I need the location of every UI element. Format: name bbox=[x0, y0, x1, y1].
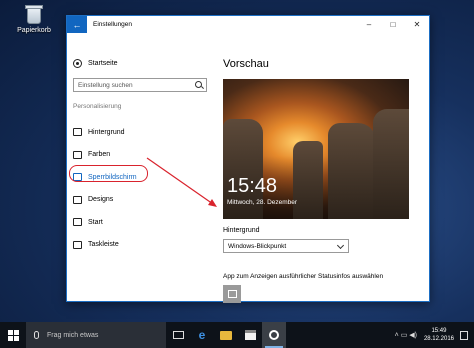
system-tray: ˄ ▭ ◀) 15:49 28.12.2016 bbox=[395, 327, 474, 343]
notification-icon[interactable] bbox=[460, 330, 468, 340]
folder-icon bbox=[220, 330, 232, 340]
edge-button[interactable]: e bbox=[190, 322, 214, 348]
clock[interactable]: 15:49 28.12.2016 bbox=[424, 327, 454, 343]
edge-icon: e bbox=[198, 328, 206, 342]
annotation-arrow bbox=[146, 157, 217, 207]
tray-icons[interactable]: ˄ ▭ ◀) bbox=[395, 331, 417, 339]
settings-taskbar-button[interactable] bbox=[262, 322, 286, 348]
store-button[interactable] bbox=[238, 322, 262, 348]
explorer-button[interactable] bbox=[214, 322, 238, 348]
clock-date: 28.12.2016 bbox=[423, 336, 454, 342]
microphone-icon bbox=[34, 331, 39, 339]
task-view-icon bbox=[172, 331, 184, 339]
taskbar: Frag mich etwas e ˄ ▭ ◀) 15:49 28.12.201… bbox=[0, 322, 474, 348]
start-button[interactable] bbox=[0, 322, 26, 348]
store-icon bbox=[244, 330, 256, 340]
task-view-button[interactable] bbox=[166, 322, 190, 348]
taskbar-search[interactable]: Frag mich etwas bbox=[26, 322, 166, 348]
taskbar-search-placeholder: Frag mich etwas bbox=[47, 331, 99, 339]
gear-icon bbox=[269, 330, 279, 340]
clock-time: 15:49 bbox=[431, 328, 447, 334]
windows-logo-icon bbox=[7, 329, 19, 341]
